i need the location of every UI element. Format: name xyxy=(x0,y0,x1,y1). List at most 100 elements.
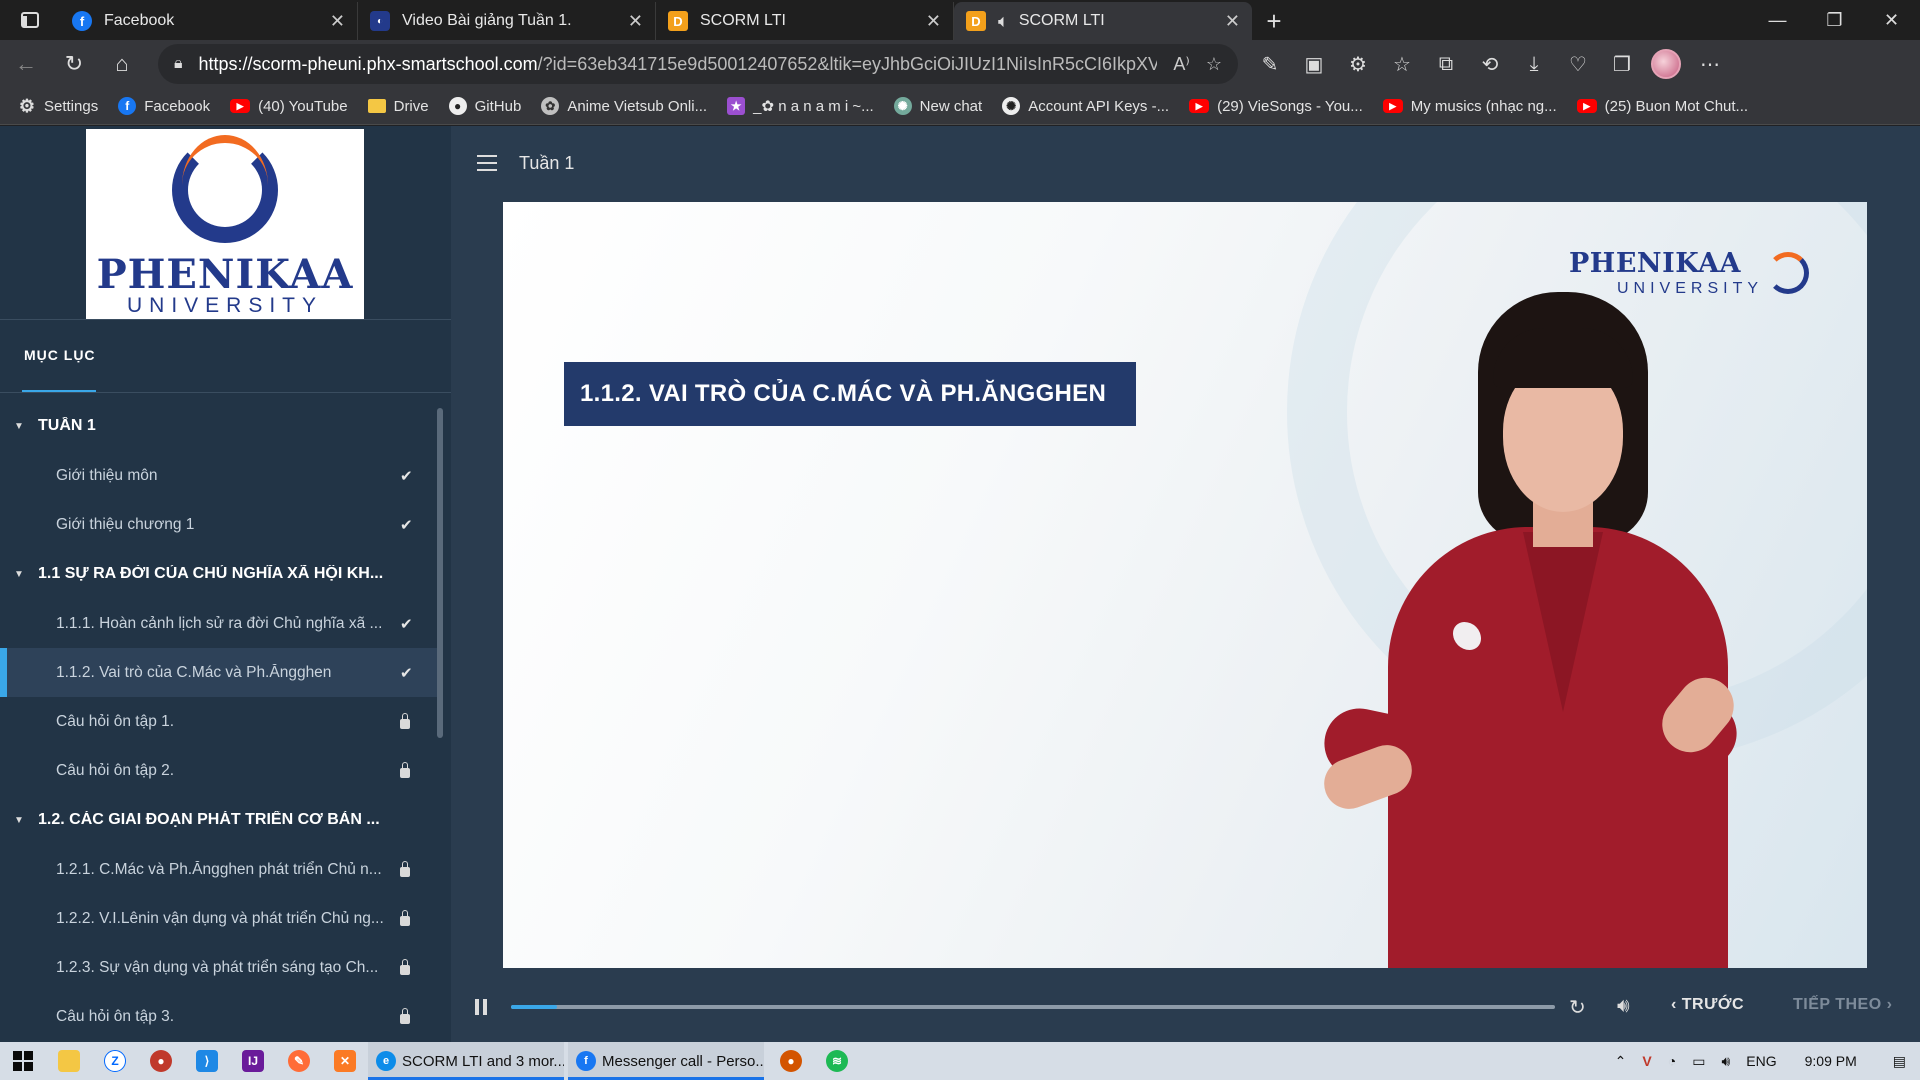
zalo-button[interactable]: Z xyxy=(92,1042,138,1080)
menu-icon[interactable] xyxy=(477,155,497,171)
url-text[interactable]: https://scorm-pheuni.phx-smartschool.com… xyxy=(199,54,1158,75)
speaker-icon[interactable]: 🔈︎ xyxy=(998,11,1009,32)
windows-icon xyxy=(13,1051,33,1071)
tab-actions-menu-button[interactable] xyxy=(0,0,60,40)
start-button[interactable] xyxy=(0,1042,46,1080)
content-header: Tuần 1 xyxy=(451,126,1920,200)
toc-section-tuan-1[interactable]: ▼ TUẦN 1 xyxy=(0,401,440,451)
file-explorer-button[interactable] xyxy=(46,1042,92,1080)
toc-item[interactable]: 1.2.2. V.I.Lênin vận dụng và phát triển … xyxy=(0,894,440,943)
lock-icon[interactable]: 🔒︎ xyxy=(174,55,183,73)
previous-button[interactable]: ‹ TRƯỚC xyxy=(1671,996,1744,1014)
close-icon[interactable]: ✕ xyxy=(628,11,643,32)
favorites-icon[interactable]: ☆ xyxy=(1380,42,1424,86)
extensions-icon[interactable]: ⚙ xyxy=(1336,42,1380,86)
browser-essentials-icon[interactable]: ♡ xyxy=(1556,42,1600,86)
toc-item[interactable]: Câu hỏi ôn tập 2. xyxy=(0,746,440,795)
facebook-icon: f xyxy=(118,97,137,115)
battery-icon[interactable]: ▭ xyxy=(1692,1053,1705,1070)
back-icon[interactable]: ← xyxy=(4,42,48,86)
antivirus-icon[interactable]: V xyxy=(1642,1053,1651,1069)
bookmark-api-keys[interactable]: ✺ Account API Keys -... xyxy=(1002,97,1169,115)
minimize-icon[interactable]: — xyxy=(1749,0,1806,40)
openai-icon: ✺ xyxy=(1002,97,1021,115)
bookmark-github[interactable]: ● GitHub xyxy=(448,97,521,115)
close-icon[interactable]: ✕ xyxy=(330,11,345,32)
next-button[interactable]: TIẾP THEO › xyxy=(1793,996,1892,1014)
toc-item[interactable]: 1.2.3. Sự vận dụng và phát triển sáng tạ… xyxy=(0,943,440,992)
vscode-button[interactable]: ⟩ xyxy=(184,1042,230,1080)
pause-button[interactable] xyxy=(475,999,487,1015)
browser-tab-scorm-active[interactable]: D 🔈︎ SCORM LTI ✕ xyxy=(954,2,1252,40)
lock-icon xyxy=(400,909,410,926)
bookmark-viesongs[interactable]: ▶ (29) VieSongs - You... xyxy=(1189,98,1363,115)
address-bar[interactable]: 🔒︎ https://scorm-pheuni.phx-smartschool.… xyxy=(158,44,1238,84)
browser-tab-video[interactable]: ◐ Video Bài giảng Tuần 1. ✕ xyxy=(358,2,656,40)
app-button[interactable]: ● xyxy=(138,1042,184,1080)
replay-icon[interactable]: ↻ xyxy=(1569,995,1586,1020)
home-icon[interactable]: ⌂ xyxy=(100,42,144,86)
bookmark-anime[interactable]: ✿ Anime Vietsub Onli... xyxy=(541,97,707,115)
close-icon[interactable]: ✕ xyxy=(926,11,941,32)
close-icon[interactable]: ✕ xyxy=(1225,11,1240,32)
workspaces-icon[interactable]: ❐ xyxy=(1600,42,1644,86)
extension-icon[interactable]: ▣ xyxy=(1292,42,1336,86)
history-icon[interactable]: ⟲ xyxy=(1468,42,1512,86)
presenter-figure xyxy=(1293,292,1753,968)
wifi-icon[interactable]: ◔ xyxy=(1668,1053,1676,1069)
restore-icon[interactable]: ❐ xyxy=(1806,0,1863,40)
sidebar-scrollbar[interactable] xyxy=(437,408,443,738)
taskbar-task-messenger[interactable]: f Messenger call - Perso... xyxy=(568,1042,764,1080)
toc-item[interactable]: Giới thiệu môn ✔ xyxy=(0,451,440,500)
bookmark-settings[interactable]: ⚙ Settings xyxy=(18,96,98,116)
notifications-icon[interactable]: ▤ xyxy=(1893,1053,1906,1070)
toc-item[interactable]: Câu hỏi ôn tập 3. xyxy=(0,992,440,1041)
profile-button[interactable] xyxy=(1644,42,1688,86)
progress-bar[interactable] xyxy=(511,1005,1555,1009)
collections-icon[interactable]: ⧉ xyxy=(1424,42,1468,86)
toc-item[interactable]: 1.1.1. Hoàn cảnh lịch sử ra đời Chủ nghĩ… xyxy=(0,599,440,648)
close-window-icon[interactable]: ✕ xyxy=(1863,0,1920,40)
bookmark-drive[interactable]: Drive xyxy=(367,98,429,115)
postman-button[interactable]: ✎ xyxy=(276,1042,322,1080)
bookmark-my-musics[interactable]: ▶ My musics (nhạc ng... xyxy=(1382,98,1557,115)
toc-item-active[interactable]: 1.1.2. Vai trò của C.Mác và Ph.Ăngghen ✔ xyxy=(0,648,440,697)
youtube-icon: ▶ xyxy=(1576,99,1597,113)
youtube-icon: ▶ xyxy=(1189,99,1210,113)
app-icon: ● xyxy=(150,1050,172,1072)
refresh-icon[interactable]: ↻ xyxy=(52,42,96,86)
more-icon[interactable]: ⋯ xyxy=(1688,42,1732,86)
browser-tab-facebook[interactable]: f Facebook ✕ xyxy=(60,2,358,40)
bookmark-buon-mot-chut[interactable]: ▶ (25) Buon Mot Chut... xyxy=(1576,98,1748,115)
volume-icon[interactable]: 🔊︎ xyxy=(1721,1053,1730,1070)
language-indicator[interactable]: ENG xyxy=(1746,1053,1776,1069)
browser-tab-scorm[interactable]: D SCORM LTI ✕ xyxy=(656,2,954,40)
volume-icon[interactable]: 🔊︎ xyxy=(1617,995,1630,1018)
intellij-button[interactable]: IJ xyxy=(230,1042,276,1080)
clock[interactable]: 9:09 PM xyxy=(1805,1053,1857,1069)
bookmark-youtube[interactable]: ▶ (40) YouTube xyxy=(230,98,348,115)
extension-icon[interactable]: ✎ xyxy=(1248,42,1292,86)
bookmark-new-chat[interactable]: ✺ New chat xyxy=(893,97,982,115)
add-favorite-icon[interactable]: ☆ xyxy=(1206,54,1222,75)
scorm-page: PHENIKAA UNIVERSITY MỤC LỤC ▼ TUẦN 1 Giớ… xyxy=(0,126,1920,1042)
table-of-contents: ▼ TUẦN 1 Giới thiệu môn ✔ Giới thiệu chư… xyxy=(0,401,440,1041)
caret-down-icon: ▼ xyxy=(14,420,24,432)
spotify-button[interactable]: ≋ xyxy=(814,1042,860,1080)
xampp-button[interactable]: ✕ xyxy=(322,1042,368,1080)
read-aloud-icon[interactable]: A⁾ xyxy=(1173,54,1189,75)
downloads-icon[interactable]: ⤓ xyxy=(1512,42,1556,86)
taskbar-task-edge[interactable]: e SCORM LTI and 3 mor... xyxy=(368,1042,564,1080)
toc-item[interactable]: 1.2.1. C.Mác và Ph.Ăngghen phát triển Ch… xyxy=(0,845,440,894)
video-player[interactable]: PHENIKAA UNIVERSITY 1.1.2. VAI TRÒ CỦA C… xyxy=(503,202,1867,968)
toc-section-1-1[interactable]: ▼ 1.1 SỰ RA ĐỜI CỦA CHỦ NGHĨA XÃ HỘI KH.… xyxy=(0,549,440,599)
bookmark-nanami[interactable]: ★ _✿ n a n a m i ~... xyxy=(727,97,874,115)
toc-item[interactable]: Giới thiệu chương 1 ✔ xyxy=(0,500,440,549)
chevron-up-icon[interactable]: ⌃ xyxy=(1615,1053,1627,1070)
toc-item[interactable]: Câu hỏi ôn tập 1. xyxy=(0,697,440,746)
bookmark-facebook[interactable]: f Facebook xyxy=(118,97,210,115)
app-button[interactable]: ● xyxy=(768,1042,814,1080)
new-tab-button[interactable]: + xyxy=(1252,2,1296,40)
tab-table-of-contents[interactable]: MỤC LỤC xyxy=(24,347,96,363)
toc-section-1-2[interactable]: ▼ 1.2. CÁC GIAI ĐOẠN PHÁT TRIỂN CƠ BẢN .… xyxy=(0,795,440,845)
